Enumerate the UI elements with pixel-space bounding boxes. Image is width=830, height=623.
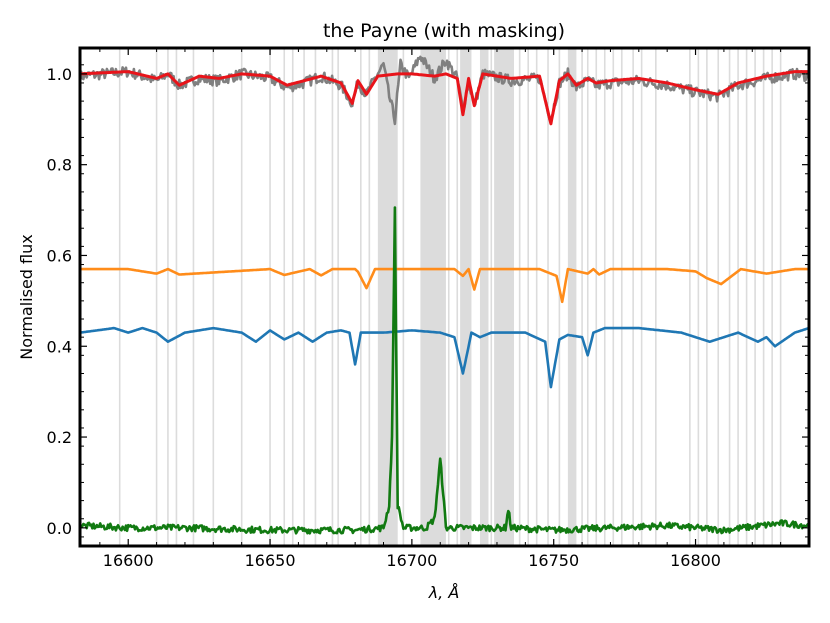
mask-line [303, 48, 305, 546]
mask-line [167, 48, 169, 546]
mask-line [706, 48, 708, 546]
mask-line [240, 48, 243, 546]
mask-line [518, 48, 521, 546]
mask-line [586, 48, 589, 546]
mask-line [737, 48, 739, 546]
y-tick-label: 0.2 [47, 428, 72, 447]
mask-line [118, 48, 121, 546]
y-tick-label: 1.0 [47, 65, 72, 84]
mask-line [368, 48, 371, 546]
mask-line [762, 48, 765, 546]
mask-line [581, 48, 583, 546]
mask-line [314, 48, 317, 546]
mask-line [331, 48, 334, 546]
y-tick-label: 0.8 [47, 156, 72, 175]
mask-line [612, 48, 615, 546]
x-axis-label: λ, Å [428, 583, 460, 602]
y-tick-label: 0.6 [47, 246, 72, 265]
mask-line [192, 48, 195, 546]
mask-line [212, 48, 215, 546]
mask-line [337, 48, 339, 546]
mask-band [460, 48, 472, 546]
x-tick-label: 16750 [528, 551, 579, 570]
mask-line [402, 48, 405, 546]
mask-line [535, 48, 538, 546]
mask-line [595, 48, 598, 546]
mask-line [547, 48, 549, 546]
mask-line [771, 48, 773, 546]
x-tick-label: 16650 [245, 551, 296, 570]
mask-regions [118, 48, 782, 546]
mask-line [155, 48, 158, 546]
x-tick-label: 16800 [670, 551, 721, 570]
mask-line [360, 48, 362, 546]
mask-line [632, 48, 634, 546]
mask-line [728, 48, 731, 546]
mask-line [447, 48, 450, 546]
chart: the Payne (with masking) 16600 16650 16700… [17, 20, 811, 602]
mask-line [490, 48, 493, 546]
y-tick-label: 0.0 [47, 519, 72, 538]
mask-line [620, 48, 623, 546]
mask-line [291, 48, 294, 546]
mask-line [283, 48, 286, 546]
x-tick-label: 16600 [103, 551, 154, 570]
mask-line [779, 48, 782, 546]
mask-band [567, 48, 577, 546]
mask-line [456, 48, 459, 546]
mask-line [689, 48, 691, 546]
mask-line [754, 48, 756, 546]
chart-title: the Payne (with masking) [323, 20, 565, 42]
y-tick-label: 0.4 [47, 337, 72, 356]
x-tick-label: 16700 [386, 551, 437, 570]
mask-line [603, 48, 606, 546]
mask-line [640, 48, 643, 546]
mask-line [527, 48, 529, 546]
mask-line [745, 48, 748, 546]
mask-line [717, 48, 720, 546]
mask-line [697, 48, 700, 546]
mask-line [175, 48, 178, 546]
mask-band [479, 48, 489, 546]
y-axis-label: Normalised flux [17, 234, 36, 359]
mask-line [655, 48, 657, 546]
mask-band [494, 48, 514, 546]
mask-line [269, 48, 271, 546]
